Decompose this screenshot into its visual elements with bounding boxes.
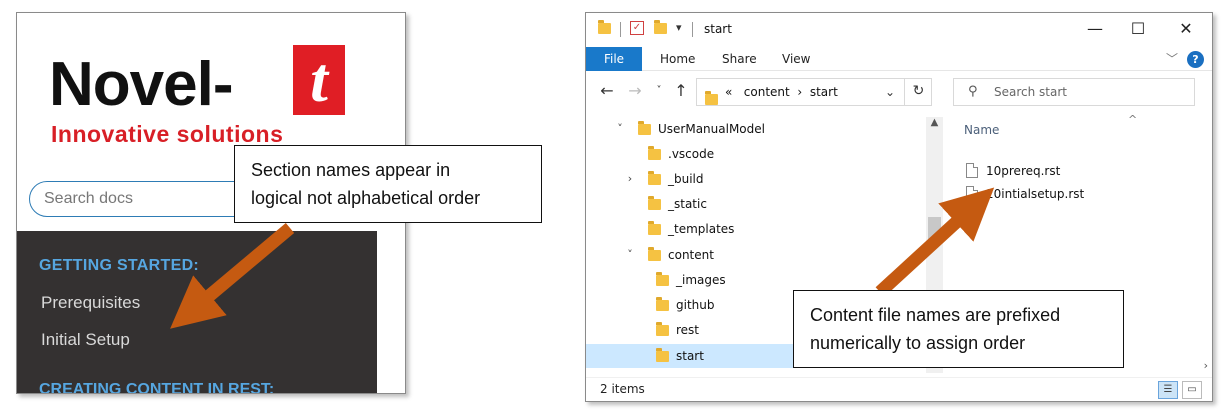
tab-view[interactable]: View [772,47,820,71]
file-icon [966,186,978,201]
scroll-thumb[interactable] [928,217,941,239]
breadcrumb-content[interactable]: content [744,85,790,99]
column-header-name[interactable]: Name [964,123,999,137]
logo-t-block: t [293,45,345,115]
folder-icon [648,171,661,185]
tree-item-label: start [676,349,704,363]
nav-item-prerequisites[interactable]: Prerequisites [41,293,140,313]
tab-home[interactable]: Home [650,47,705,71]
nav-caption-creating-content: CREATING CONTENT IN REST: [39,381,275,394]
logo-word: Novel- [49,50,233,119]
callout-file-prefix: Content file names are prefixed numerica… [793,290,1124,368]
file-name: 10prereq.rst [986,164,1061,178]
folder-icon [656,297,669,311]
logo-tagline: Innovative solutions [51,121,284,147]
recent-locations-chevron-icon[interactable]: ˅ [650,81,668,101]
file-name: 20intialsetup.rst [986,187,1085,201]
maximize-icon[interactable]: ☐ [1126,19,1150,39]
scroll-right-icon[interactable]: › [1204,359,1208,372]
tab-file[interactable]: File [586,47,642,71]
quick-access-dropdown-icon[interactable]: ▾ [676,21,682,35]
file-row-20intialsetup[interactable]: 20intialsetup.rst [966,184,1084,204]
breadcrumb: « content › start [725,79,838,105]
back-arrow-icon[interactable]: ← [598,81,616,101]
callout-line: numerically to assign order [810,333,1026,353]
help-icon[interactable]: ? [1187,51,1204,68]
search-placeholder: Search start [994,85,1067,99]
tree-item-label: _templates [668,222,735,236]
address-bar[interactable]: « content › start ⌄ [696,78,932,106]
file-row-10prereq[interactable]: 10prereq.rst [966,161,1060,181]
nav-caption-getting-started: GETTING STARTED: [39,257,200,274]
novel-t-logo[interactable]: Novel- t Innovative solutions [49,43,349,153]
folder-icon [638,121,651,135]
folder-icon [656,322,669,336]
folder-icon [656,348,669,362]
ribbon-expand-chevron-icon[interactable]: ﹀ [1166,50,1178,67]
close-icon[interactable]: ✕ [1174,19,1198,39]
tree-item-label: _build [668,172,704,186]
callout-line: Section names appear in [251,160,451,180]
titlebar-divider [692,22,693,37]
callout-line: Content file names are prefixed [810,305,1061,325]
expanded-chevron-icon[interactable]: ˅ [614,117,626,141]
folder-icon [648,146,661,160]
tree-item-static[interactable]: _static [586,192,926,216]
nav-item-initial-setup[interactable]: Initial Setup [41,330,130,350]
scroll-up-icon[interactable]: ▲ [926,117,943,128]
address-dropdown-icon[interactable]: ⌄ [885,79,895,105]
details-view-icon[interactable]: ☰ [1158,381,1178,399]
search-icon: ⚲ [968,84,978,99]
breadcrumb-separator: › [797,85,803,99]
address-row: ← → ˅ ↑ « content › start ⌄ ↻ ⚲ Search s… [586,75,1212,109]
titlebar-divider [620,22,621,37]
properties-icon[interactable]: ✓ [630,21,644,35]
tree-item-vscode[interactable]: .vscode [586,142,926,166]
folder-icon [656,272,669,286]
folder-icon [648,221,661,235]
tree-item-label: .vscode [668,147,715,161]
window-title: start [704,22,732,36]
folder-icon [598,20,611,37]
large-icons-view-icon[interactable]: ▭ [1182,381,1202,399]
sort-ascending-icon: ^ [1128,113,1138,126]
tree-item-label: _images [676,273,726,287]
search-start-input[interactable]: ⚲ Search start [953,78,1195,106]
docs-nav-menu: GETTING STARTED: Prerequisites Initial S… [17,231,379,394]
tree-item-content[interactable]: ˅ content [586,243,926,267]
refresh-icon[interactable]: ↻ [904,78,932,106]
breadcrumb-overflow[interactable]: « [725,85,732,99]
tree-item-label: content [668,248,714,262]
collapsed-chevron-icon[interactable]: › [624,167,636,191]
up-arrow-icon[interactable]: ↑ [672,81,690,101]
tree-item-label: _static [668,197,707,211]
new-folder-icon[interactable] [654,20,667,37]
ribbon-tabs: File Home Share View ﹀ ? [586,47,1212,71]
tree-item-usermanualmodel[interactable]: ˅ UserManualModel [586,117,926,141]
title-bar: ✓ ▾ start — ☐ ✕ [586,13,1212,47]
callout-line: logical not alphabetical order [251,188,481,208]
folder-icon [705,88,718,114]
folder-icon [648,247,661,261]
tree-item-label: UserManualModel [658,122,765,136]
item-count: 2 items [600,382,645,396]
file-icon [966,163,978,178]
status-bar: 2 items ☰ ▭ [586,377,1212,401]
breadcrumb-start[interactable]: start [810,85,838,99]
tab-share[interactable]: Share [712,47,767,71]
tree-item-build[interactable]: › _build [586,167,926,191]
callout-section-order: Section names appear in logical not alph… [234,145,542,223]
expanded-chevron-icon[interactable]: ˅ [624,243,636,267]
tree-item-images[interactable]: _images [586,268,926,292]
minimize-icon[interactable]: — [1083,19,1107,39]
folder-icon [648,196,661,210]
tree-item-label: rest [676,323,700,337]
tree-item-templates[interactable]: _templates [586,217,926,241]
forward-arrow-icon[interactable]: → [626,81,644,101]
tree-item-label: github [676,298,715,312]
